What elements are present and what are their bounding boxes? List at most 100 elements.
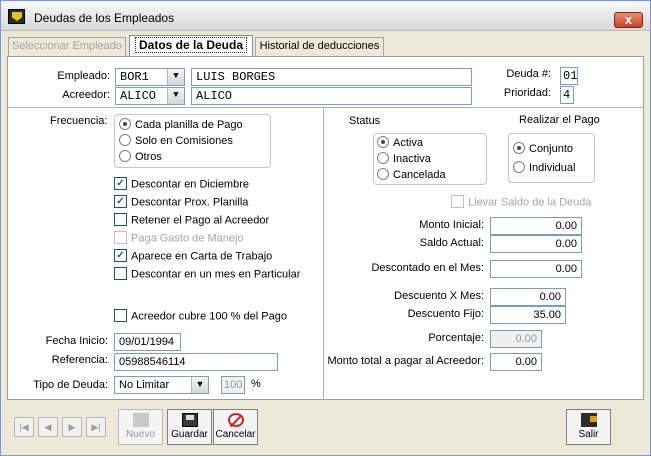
debt-details-panel: Empleado: BOR1 ▼ LUIS BORGES Acreedor: A…: [7, 56, 644, 400]
status-option-cancelada[interactable]: Cancelada: [377, 168, 446, 181]
radio-icon[interactable]: [119, 150, 131, 163]
chevron-down-icon[interactable]: ▼: [191, 377, 208, 393]
deuda-number-field[interactable]: 01: [560, 67, 578, 85]
porcentaje-label: Porcentaje:: [428, 332, 484, 344]
nav-first-button[interactable]: |◀: [14, 417, 34, 437]
nuevo-label: Nuevo: [126, 429, 155, 440]
descontado-mes-field[interactable]: 0.00: [490, 260, 582, 278]
radio-icon[interactable]: [513, 142, 525, 155]
status-option-label: Inactiva: [393, 153, 431, 165]
frecuencia-option-comisiones[interactable]: Solo en Comisiones: [119, 134, 233, 147]
checkbox-checked-icon[interactable]: ✓: [114, 177, 127, 190]
saldo-actual-field[interactable]: 0.00: [490, 235, 582, 253]
descuento-fijo-field[interactable]: 35.00: [490, 306, 566, 324]
monto-inicial-field[interactable]: 0.00: [490, 217, 582, 235]
descuento-fijo-label: Descuento Fijo:: [407, 308, 484, 320]
status-option-label: Activa: [393, 137, 423, 149]
porcentaje-field: 0.00: [490, 330, 542, 348]
empleado-code-value: BOR1: [120, 70, 149, 84]
radio-icon[interactable]: [119, 118, 131, 131]
check-descontar-diciembre[interactable]: ✓ Descontar en Diciembre: [114, 177, 249, 191]
frecuencia-option-planilla[interactable]: Cada planilla de Pago: [119, 118, 243, 131]
checkbox-icon: [451, 195, 464, 208]
descuento-x-mes-field[interactable]: 0.00: [490, 288, 566, 306]
close-button[interactable]: x: [614, 12, 643, 28]
guardar-label: Guardar: [171, 429, 208, 440]
nav-last-button[interactable]: ▶|: [86, 417, 106, 437]
tipo-deuda-percent-field: 100: [221, 376, 245, 394]
check-mes-particular[interactable]: Descontar en un mes en Particular: [114, 267, 300, 281]
check-acreedor-cubre[interactable]: Acreedor cubre 100 % del Pago: [114, 309, 287, 323]
monto-total-field[interactable]: 0.00: [490, 353, 542, 371]
empleado-code-combo[interactable]: BOR1 ▼: [115, 68, 185, 86]
descuento-x-mes-label: Descuento X Mes:: [394, 290, 484, 302]
cancelar-label: Cancelar: [215, 429, 256, 440]
check-llevar-saldo: Llevar Saldo de la Deuda: [451, 195, 592, 209]
realizar-pago-label: Realizar el Pago: [519, 114, 600, 126]
acreedor-name-field[interactable]: ALICO: [191, 87, 472, 105]
nav-prev-button[interactable]: ◀: [38, 417, 58, 437]
tab-historial-deducciones[interactable]: Historial de deducciones: [255, 37, 384, 56]
empleado-name-field[interactable]: LUIS BORGES: [191, 68, 472, 86]
realizar-pago-group: [508, 133, 595, 183]
acreedor-label: Acreedor:: [62, 89, 110, 101]
checkbox-icon[interactable]: [114, 213, 127, 226]
acreedor-code-combo[interactable]: ALICO ▼: [115, 87, 185, 105]
app-shield-icon: [8, 9, 25, 24]
checkbox-icon[interactable]: [114, 267, 127, 280]
check-retener-pago[interactable]: Retener el Pago al Acreedor: [114, 213, 269, 227]
tab-datos-deuda[interactable]: Datos de la Deuda: [129, 35, 253, 57]
pago-option-conjunto[interactable]: Conjunto: [513, 142, 574, 155]
check-label: Aparece en Carta de Trabajo: [131, 250, 273, 263]
chevron-down-icon[interactable]: ▼: [167, 88, 184, 104]
referencia-field[interactable]: 05988546114: [114, 353, 278, 371]
check-label: Descontar Prox. Planilla: [131, 196, 249, 209]
nuevo-button[interactable]: Nuevo: [118, 409, 163, 445]
check-descontar-prox-planilla[interactable]: ✓ Descontar Prox. Planilla: [114, 195, 249, 209]
frecuencia-label: Frecuencia:: [50, 115, 108, 127]
tab-datos-deuda-label: Datos de la Deuda: [134, 37, 248, 53]
save-disk-icon: [181, 413, 198, 427]
cancelar-button[interactable]: Cancelar: [213, 409, 258, 445]
tab-strip: Seleccionar Empleado Datos de la Deuda H…: [1, 33, 650, 57]
pago-option-label: Conjunto: [529, 143, 574, 155]
check-label: Paga Gasto de Manejo: [131, 232, 244, 245]
checkbox-checked-icon[interactable]: ✓: [114, 249, 127, 262]
chevron-down-icon[interactable]: ▼: [167, 69, 184, 85]
empleado-label: Empleado:: [57, 70, 110, 82]
radio-icon[interactable]: [377, 136, 389, 149]
referencia-label: Referencia:: [51, 354, 108, 366]
main-window: Deudas de los Empleados x Seleccionar Em…: [0, 0, 651, 456]
descontado-mes-label: Descontado en el Mes:: [371, 262, 484, 274]
radio-icon[interactable]: [377, 152, 389, 165]
prioridad-field[interactable]: 4: [560, 86, 574, 104]
salir-button[interactable]: Salir: [566, 409, 611, 445]
fecha-inicio-label: Fecha Inicio:: [45, 335, 108, 347]
nav-next-button[interactable]: ▶: [62, 417, 82, 437]
radio-icon[interactable]: [377, 168, 389, 181]
status-option-activa[interactable]: Activa: [377, 136, 423, 149]
checkbox-icon[interactable]: [114, 309, 127, 322]
column-divider: [323, 108, 324, 400]
bottom-toolbar: |◀ ◀ ▶ ▶| Nuevo Guardar Cancelar Salir: [1, 401, 650, 455]
check-carta-trabajo[interactable]: ✓ Aparece en Carta de Trabajo: [114, 249, 273, 263]
checkbox-checked-icon[interactable]: ✓: [114, 195, 127, 208]
monto-inicial-label: Monto Inicial:: [419, 219, 484, 231]
radio-icon[interactable]: [119, 134, 131, 147]
guardar-button[interactable]: Guardar: [167, 409, 212, 445]
exit-door-icon: [580, 413, 597, 427]
status-option-inactiva[interactable]: Inactiva: [377, 152, 431, 165]
percent-symbol: %: [251, 378, 261, 390]
tipo-deuda-value: No Limitar: [119, 379, 170, 391]
fecha-inicio-field[interactable]: 09/01/1994: [114, 333, 181, 351]
frecuencia-option-otros[interactable]: Otros: [119, 150, 162, 163]
new-document-icon: [132, 413, 149, 427]
tab-seleccionar-empleado[interactable]: Seleccionar Empleado: [8, 37, 126, 56]
pago-option-label: Individual: [529, 162, 576, 174]
check-label: Acreedor cubre 100 % del Pago: [131, 310, 287, 323]
check-paga-gasto-manejo: Paga Gasto de Manejo: [114, 231, 244, 245]
saldo-actual-label: Saldo Actual:: [419, 237, 484, 249]
radio-icon[interactable]: [513, 161, 525, 174]
pago-option-individual[interactable]: Individual: [513, 161, 576, 174]
tipo-deuda-combo[interactable]: No Limitar ▼: [114, 376, 209, 394]
